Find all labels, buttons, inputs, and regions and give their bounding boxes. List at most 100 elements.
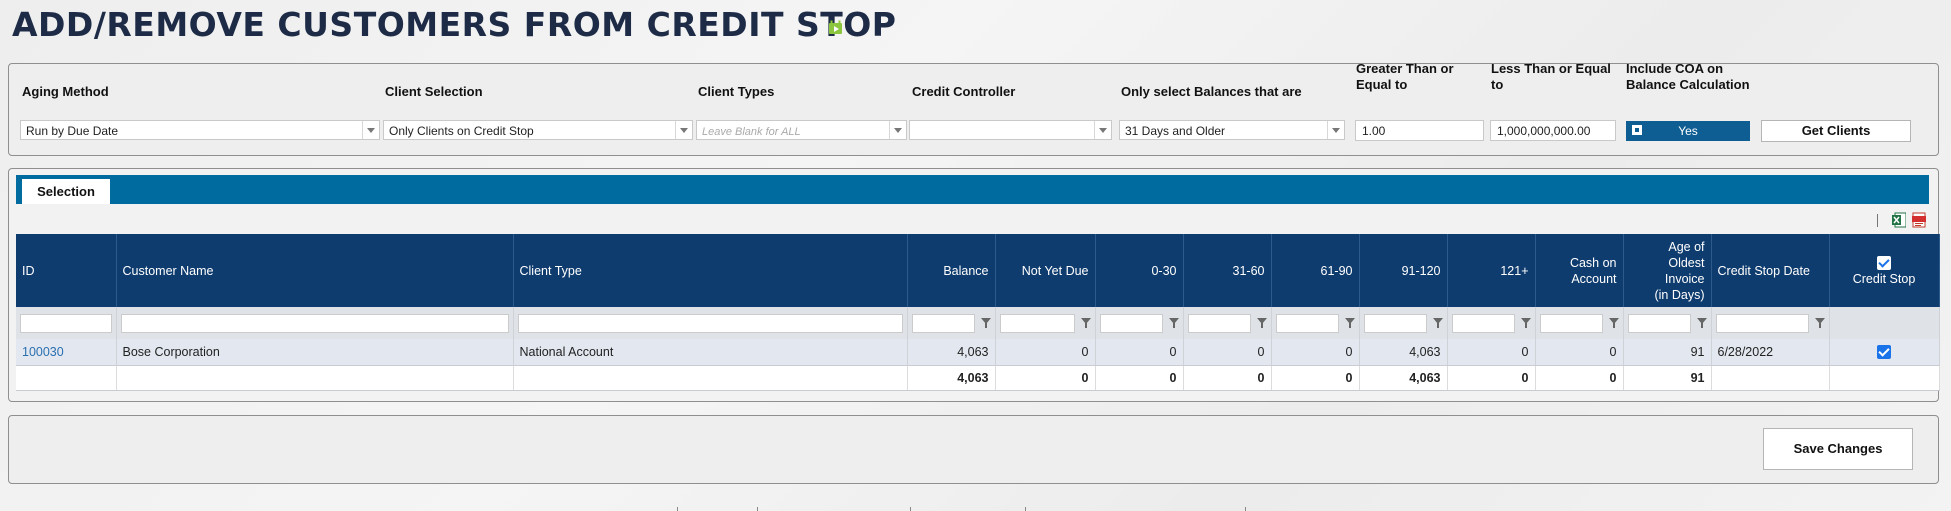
divider: [1877, 213, 1878, 227]
credit-controller-select[interactable]: [909, 120, 1112, 140]
credit-stop-date-cell: 6/28/2022: [1711, 339, 1830, 366]
col-header-not-yet-due[interactable]: Not Yet Due: [995, 234, 1096, 307]
col-header-balance[interactable]: Balance: [907, 234, 996, 307]
col-header-credit-stop[interactable]: Credit Stop: [1829, 234, 1940, 307]
col-header-customer-name[interactable]: Customer Name: [116, 234, 514, 307]
filter-input-cash-on-account[interactable]: [1539, 313, 1603, 333]
chevron-down-icon: [362, 121, 379, 139]
tab-strip: Selection: [16, 175, 1929, 204]
save-panel: Save Changes: [8, 415, 1939, 484]
total-61-90: 0: [1271, 365, 1360, 391]
121-plus-cell: 0: [1447, 339, 1536, 366]
col-header-61-90[interactable]: 61-90: [1271, 234, 1360, 307]
filter-input-31-60[interactable]: [1187, 313, 1251, 333]
tab-selection[interactable]: Selection: [22, 179, 110, 204]
filter-icon[interactable]: [1432, 318, 1443, 328]
totals-row: 4,063 0 0 0 0 4,063 0 0 91: [16, 365, 1940, 391]
customer-id-link[interactable]: 100030: [22, 345, 64, 359]
filter-input-61-90[interactable]: [1275, 313, 1339, 333]
filter-icon[interactable]: [1080, 318, 1091, 328]
chevron-down-icon: [1327, 121, 1344, 139]
client-selection-label: Client Selection: [385, 84, 483, 99]
col-header-client-type[interactable]: Client Type: [513, 234, 908, 307]
table-header-row: ID Customer Name Client Type Balance Not…: [16, 234, 1940, 307]
filter-input-balance[interactable]: [911, 313, 975, 333]
credit-stop-checkbox[interactable]: [1877, 345, 1891, 360]
grid-panel: Selection ID Customer Name Client Type B…: [8, 168, 1940, 402]
filter-input-credit-stop-date[interactable]: [1715, 313, 1809, 333]
not-yet-due-cell: 0: [995, 339, 1096, 366]
filter-input-id[interactable]: [20, 313, 112, 333]
col-header-121-plus[interactable]: 121+: [1447, 234, 1536, 307]
client-selection-value: Only Clients on Credit Stop: [389, 124, 534, 138]
export-toolbar: [1877, 211, 1926, 229]
client-selection-select[interactable]: Only Clients on Credit Stop: [383, 120, 693, 140]
filter-icon[interactable]: [1608, 318, 1619, 328]
greater-than-input[interactable]: 1.00: [1355, 120, 1484, 141]
less-than-input[interactable]: 1,000,000,000.00: [1490, 120, 1616, 141]
select-all-checkbox[interactable]: [1877, 256, 1891, 271]
total-cash-on-account: 0: [1535, 365, 1624, 391]
col-header-0-30[interactable]: 0-30: [1095, 234, 1184, 307]
col-header-age-oldest-invoice[interactable]: Age of Oldest Invoice (in Days): [1623, 234, 1712, 307]
total-not-yet-due: 0: [995, 365, 1096, 391]
balances-select[interactable]: 31 Days and Older: [1119, 120, 1345, 140]
page-title: ADD/REMOVE CUSTOMERS FROM CREDIT STOP: [12, 5, 897, 44]
credit-controller-label: Credit Controller: [912, 84, 1016, 99]
aging-method-label: Aging Method: [22, 84, 109, 99]
age-oldest-invoice-cell: 91: [1623, 339, 1712, 366]
filter-input-client-type[interactable]: [517, 313, 903, 333]
filter-input-121-plus[interactable]: [1451, 313, 1515, 333]
excel-export-icon[interactable]: [1892, 212, 1906, 228]
video-icon[interactable]: [828, 20, 843, 35]
col-header-31-60[interactable]: 31-60: [1183, 234, 1272, 307]
filter-panel: Aging Method Run by Due Date Client Sele…: [8, 61, 1939, 156]
31-60-cell: 0: [1183, 339, 1272, 366]
total-91-120: 4,063: [1359, 365, 1448, 391]
filter-row: [16, 307, 1940, 339]
get-clients-button[interactable]: Get Clients: [1761, 120, 1911, 142]
col-header-cash-on-account[interactable]: Cash on Account: [1535, 234, 1624, 307]
filter-input-0-30[interactable]: [1099, 313, 1163, 333]
61-90-cell: 0: [1271, 339, 1360, 366]
client-type-cell: National Account: [513, 339, 908, 366]
filter-icon[interactable]: [1520, 318, 1531, 328]
save-changes-button[interactable]: Save Changes: [1763, 428, 1913, 470]
chevron-down-icon: [1094, 121, 1111, 139]
filter-icon[interactable]: [1168, 318, 1179, 328]
include-coa-label: Include COA on Balance Calculation: [1626, 61, 1750, 92]
greater-than-label: Greater Than or Equal to: [1356, 61, 1454, 92]
table-row[interactable]: 100030 Bose Corporation National Account…: [16, 339, 1940, 366]
filter-input-91-120[interactable]: [1363, 313, 1427, 333]
balance-cell: 4,063: [907, 339, 996, 366]
pdf-export-icon[interactable]: [1912, 212, 1926, 228]
customer-name-cell: Bose Corporation: [116, 339, 514, 366]
filter-icon[interactable]: [1344, 318, 1355, 328]
total-31-60: 0: [1183, 365, 1272, 391]
filter-icon[interactable]: [980, 318, 991, 328]
filter-input-customer-name[interactable]: [120, 313, 509, 333]
filter-input-not-yet-due[interactable]: [999, 313, 1075, 333]
aging-method-value: Run by Due Date: [26, 124, 119, 138]
filter-icon[interactable]: [1696, 318, 1707, 328]
total-121-plus: 0: [1447, 365, 1536, 391]
total-age-oldest-invoice: 91: [1623, 365, 1712, 391]
less-than-label: Less Than or Equal to: [1491, 61, 1611, 92]
balances-label: Only select Balances that are: [1121, 84, 1302, 99]
total-0-30: 0: [1095, 365, 1184, 391]
client-types-select[interactable]: Leave Blank for ALL: [696, 120, 907, 140]
client-types-placeholder: Leave Blank for ALL: [702, 126, 801, 138]
filter-icon[interactable]: [1814, 318, 1825, 328]
0-30-cell: 0: [1095, 339, 1184, 366]
total-balance: 4,063: [907, 365, 996, 391]
col-header-id[interactable]: ID: [16, 234, 117, 307]
filter-input-age-oldest-invoice[interactable]: [1627, 313, 1691, 333]
col-header-credit-stop-date[interactable]: Credit Stop Date: [1711, 234, 1830, 307]
cash-on-account-cell: 0: [1535, 339, 1624, 366]
aging-method-select[interactable]: Run by Due Date: [20, 120, 380, 140]
include-coa-toggle[interactable]: Yes: [1626, 121, 1750, 141]
include-coa-value: Yes: [1678, 124, 1698, 138]
col-header-91-120[interactable]: 91-120: [1359, 234, 1448, 307]
filter-icon[interactable]: [1256, 318, 1267, 328]
chevron-down-icon: [889, 121, 906, 139]
